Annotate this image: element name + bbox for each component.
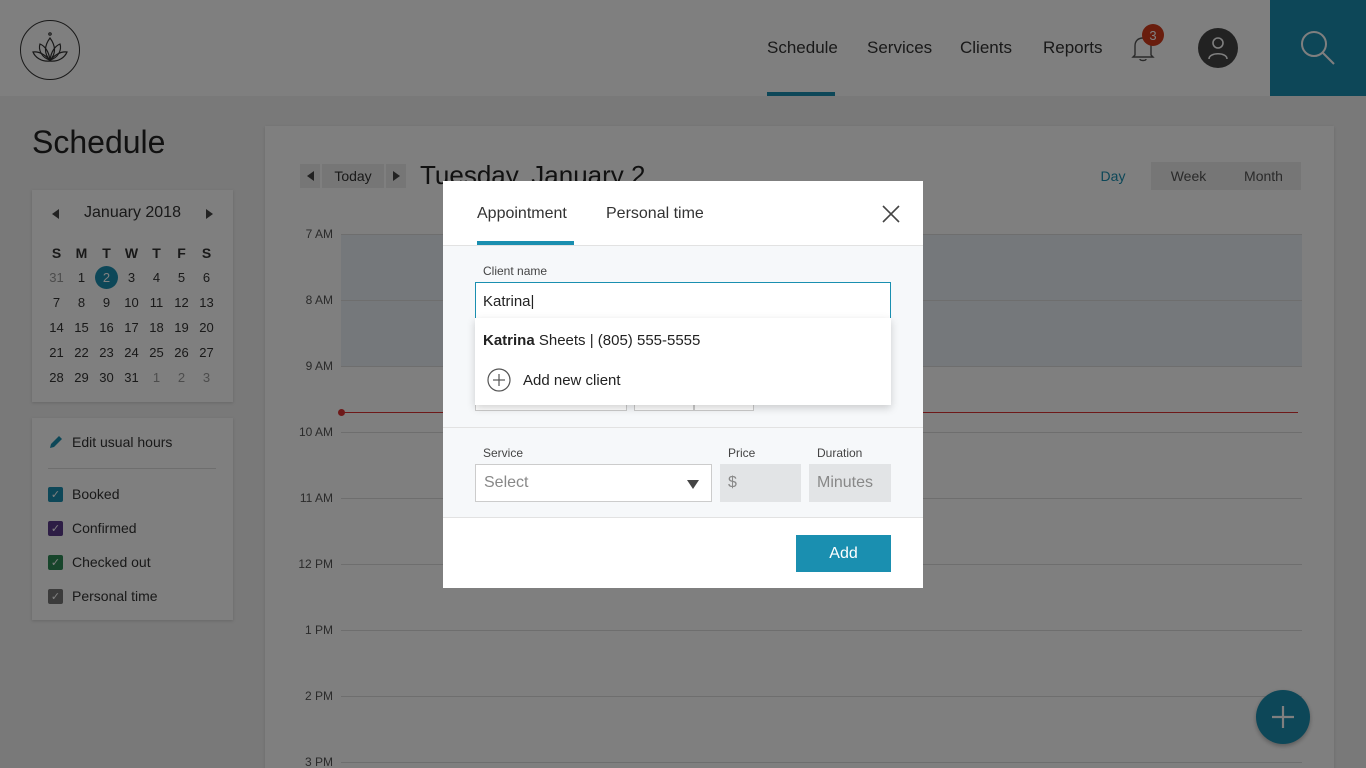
add-button[interactable]: Add	[796, 535, 891, 572]
dropdown-caret-icon	[687, 480, 699, 489]
add-new-client-option[interactable]: Add new client	[487, 368, 621, 392]
price-input[interactable]: $	[720, 464, 801, 502]
service-label: Service	[483, 446, 524, 460]
duration-input[interactable]: Minutes	[809, 464, 891, 502]
duration-label: Duration	[817, 446, 863, 460]
close-icon[interactable]	[880, 203, 902, 225]
tab-personal-time[interactable]: Personal time	[606, 205, 704, 223]
client-suggestion-item[interactable]: Katrina Sheets | (805) 555-5555	[483, 332, 700, 349]
service-select[interactable]: Select	[475, 464, 712, 502]
suggestion-match-text: Katrina	[483, 332, 535, 349]
client-name-input[interactable]: Katrina|	[475, 282, 891, 320]
divider	[443, 517, 923, 518]
tab-appointment[interactable]: Appointment	[477, 205, 567, 223]
client-name-label: Client name	[483, 264, 548, 278]
client-suggestions-dropdown: Katrina Sheets | (805) 555-5555 Add new …	[475, 318, 891, 405]
suggestion-rest-text: Sheets | (805) 555-5555	[534, 332, 701, 349]
price-label: Price	[728, 446, 756, 460]
add-circle-icon	[487, 368, 511, 392]
service-select-value: Select	[484, 474, 529, 491]
add-new-client-label: Add new client	[523, 371, 621, 389]
new-appointment-modal: Appointment Personal time Client name Ka…	[443, 181, 923, 588]
